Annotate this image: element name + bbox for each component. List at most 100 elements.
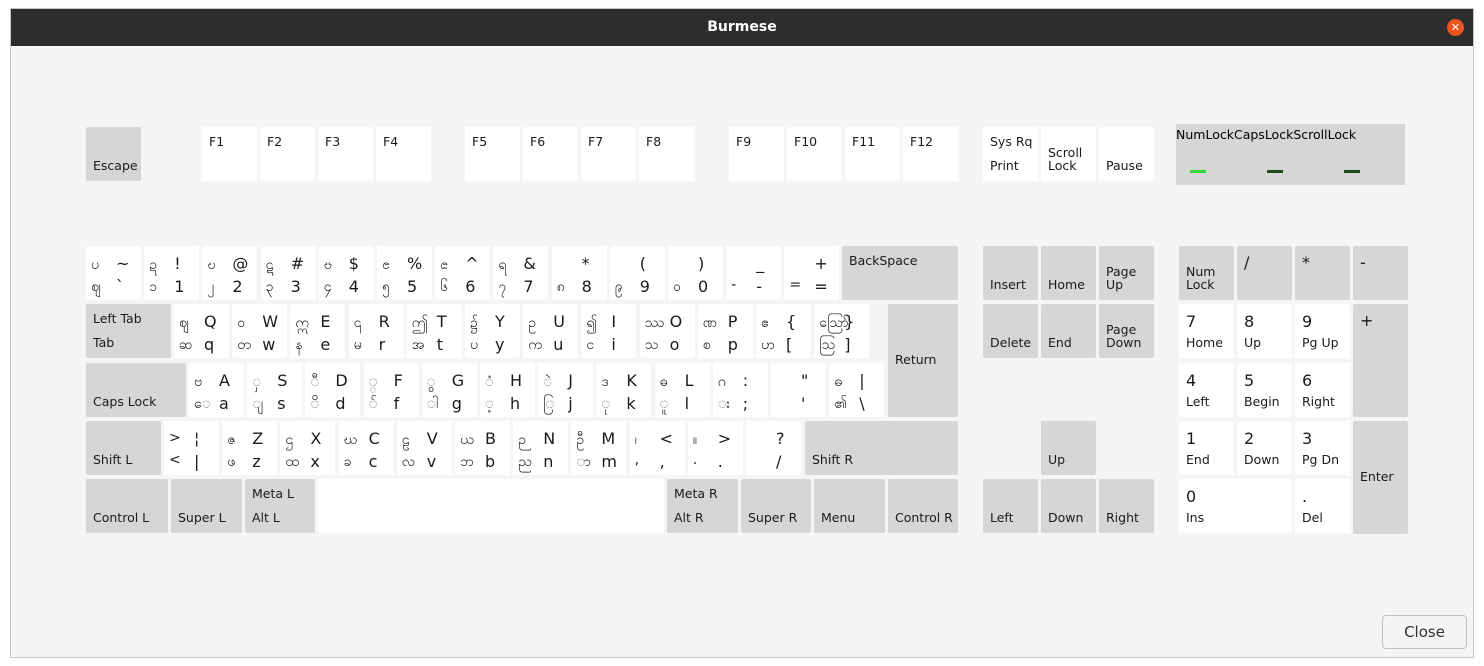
key-left[interactable]: Left <box>983 479 1038 533</box>
key-7[interactable]: ရ & ၇ 7 <box>493 246 549 300</box>
key-kp-5[interactable]: 5 Begin <box>1237 363 1292 417</box>
key-kp-0[interactable]: 0 Ins <box>1179 479 1292 533</box>
key-print[interactable]: Sys Rq Print <box>983 127 1038 181</box>
key-equal[interactable]: + = = <box>784 246 840 300</box>
key-6[interactable]: ၕ ^ ၆ 6 <box>435 246 491 300</box>
key-u[interactable]: ဥ Uကu <box>523 304 579 358</box>
key-shift-r[interactable]: Shift R <box>805 421 958 475</box>
key-f3[interactable]: F3 <box>318 127 373 181</box>
key-kp-8[interactable]: 8 Up <box>1237 304 1292 358</box>
key-kp-subtract[interactable]: - <box>1353 246 1408 300</box>
key-v[interactable]: ဠVလv <box>396 421 452 475</box>
key-f[interactable]: ္ F် f <box>363 363 419 417</box>
key-backslash[interactable]: ဓ | ၏ \ <box>829 363 885 417</box>
key-insert[interactable]: Insert <box>983 246 1038 300</box>
key-d[interactable]: ီ Dိ d <box>305 363 361 417</box>
key-kp-3[interactable]: 3 Pg Dn <box>1295 421 1350 475</box>
key-end[interactable]: End <box>1041 304 1096 358</box>
key-j[interactable]: ဲ Jြ j <box>538 363 594 417</box>
key-f9[interactable]: F9 <box>729 127 784 181</box>
key-y[interactable]: ၌ Y ပ y <box>465 304 520 358</box>
key-home[interactable]: Home <box>1041 246 1096 300</box>
key-num-lock[interactable]: Num Lock <box>1179 246 1234 300</box>
key-b[interactable]: ယBဘb <box>455 421 510 475</box>
key-right[interactable]: Right <box>1099 479 1154 533</box>
key-return[interactable]: Return <box>888 304 958 417</box>
key-f10[interactable]: F10 <box>787 127 842 181</box>
key-t[interactable]: ဤTအt <box>406 304 462 358</box>
key-2[interactable]: ဎ @၂ 2 <box>202 246 258 300</box>
key-kp-divide[interactable]: / <box>1237 246 1292 300</box>
key-super-r[interactable]: Super R <box>741 479 811 533</box>
key-minus[interactable]: _ - - <box>726 246 782 300</box>
key-escape[interactable]: Escape <box>86 127 141 181</box>
key-delete[interactable]: Delete <box>983 304 1038 358</box>
key-kp-7[interactable]: 7 Home <box>1179 304 1234 358</box>
key-f1[interactable]: F1 <box>202 127 257 181</box>
key-grave[interactable]: ပ ~ ဈ ` <box>86 246 141 300</box>
key-a[interactable]: ဗ Aေ a <box>189 363 244 417</box>
key-f7[interactable]: F7 <box>581 127 636 181</box>
close-button[interactable]: Close <box>1382 615 1467 649</box>
key-caps[interactable]: Caps Lock <box>86 363 186 417</box>
key-h[interactable]: ံ H့ h <box>480 363 535 417</box>
key-z[interactable]: ဇZဖz <box>222 421 278 475</box>
key-less[interactable]: > ¦ < | <box>164 421 219 475</box>
key-slash[interactable]: ? / <box>746 421 801 475</box>
key-5[interactable]: ၔ% ၅ 5 <box>377 246 432 300</box>
key-page-up[interactable]: Page Up <box>1099 246 1154 300</box>
key-control-r[interactable]: Control R <box>888 479 958 533</box>
key-f12[interactable]: F12 <box>903 127 958 181</box>
key-apostrophe[interactable]: " ' <box>771 363 826 417</box>
key-kp-4[interactable]: 4 Left <box>1179 363 1234 417</box>
key-alt-l[interactable]: Meta L Alt L <box>245 479 315 533</box>
key-backspace[interactable]: BackSpace <box>842 246 958 300</box>
key-f11[interactable]: F11 <box>845 127 900 181</box>
key-kp-9[interactable]: 9 Pg Up <box>1295 304 1350 358</box>
key-e[interactable]: ဣE န e <box>290 304 346 358</box>
key-g[interactable]: ွ Gါ g <box>421 363 477 417</box>
key-o[interactable]: ဿOသo <box>639 304 695 358</box>
key-kp-6[interactable]: 6 Right <box>1295 363 1350 417</box>
key-comma[interactable]: ၊ <,, <box>629 421 685 475</box>
key-f2[interactable]: F2 <box>260 127 315 181</box>
key-i[interactable]: ၍ I င i <box>581 304 637 358</box>
key-s[interactable]: ှ Sျ s <box>247 363 303 417</box>
key-8[interactable]: * ၈ 8 <box>551 246 607 300</box>
key-kp-enter[interactable]: Enter <box>1353 421 1408 534</box>
key-scroll-lock[interactable]: Scroll Lock <box>1041 127 1096 181</box>
key-super-l[interactable]: Super L <box>171 479 242 533</box>
key-tab[interactable]: Left Tab Tab <box>86 304 171 358</box>
key-period[interactable]: ။ >.. <box>687 421 743 475</box>
key-semicolon[interactable]: ဂ:း; <box>712 363 768 417</box>
key-bracketleft[interactable]: ဧ {ဟ [ <box>756 304 811 358</box>
key-shift-l[interactable]: Shift L <box>86 421 161 475</box>
key-bracketright[interactable]: ဪ} ဩ] <box>814 304 870 358</box>
key-kp-2[interactable]: 2 Down <box>1237 421 1292 475</box>
key-4[interactable]: ၓ $၄ 4 <box>318 246 374 300</box>
key-kp-add[interactable]: + <box>1353 304 1408 417</box>
key-r[interactable]: ၎ R မ r <box>348 304 404 358</box>
key-p[interactable]: ဏPစp <box>697 304 753 358</box>
key-page-down[interactable]: Page Down <box>1099 304 1154 358</box>
key-f6[interactable]: F6 <box>523 127 578 181</box>
key-w[interactable]: ဝWတw <box>232 304 288 358</box>
key-k[interactable]: ဒ Kု k <box>596 363 652 417</box>
key-f4[interactable]: F4 <box>376 127 431 181</box>
key-q[interactable]: ဈQဆq <box>174 304 229 358</box>
key-space[interactable] <box>318 479 664 533</box>
key-f5[interactable]: F5 <box>465 127 520 181</box>
key-down[interactable]: Down <box>1041 479 1096 533</box>
key-x[interactable]: ဌXထx <box>280 421 336 475</box>
key-control-l[interactable]: Control L <box>86 479 168 533</box>
key-3[interactable]: ဋ #၃ 3 <box>260 246 316 300</box>
key-kp-multiply[interactable]: * <box>1295 246 1350 300</box>
key-pause[interactable]: Pause <box>1099 127 1154 181</box>
key-m[interactable]: ဦ Mာ m <box>571 421 627 475</box>
key-kp-decimal[interactable]: . Del <box>1295 479 1350 533</box>
key-c[interactable]: ဃCခc <box>338 421 394 475</box>
key-f8[interactable]: F8 <box>639 127 694 181</box>
key-kp-1[interactable]: 1 End <box>1179 421 1234 475</box>
key-1[interactable]: ဍ! ၁ 1 <box>144 246 200 300</box>
key-0[interactable]: ) ၀ 0 <box>668 246 723 300</box>
